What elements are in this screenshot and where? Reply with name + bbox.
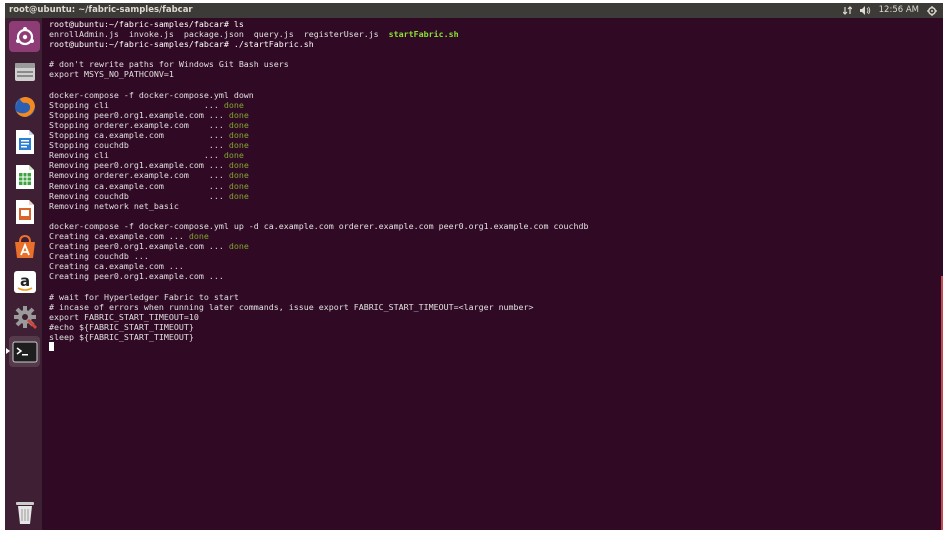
step-text: Stopping peer0.org1.example.com ... <box>49 109 229 120</box>
step-text: Creating ca.example.com ... <box>49 261 184 272</box>
compose-step-line: Removing cli ... done <box>49 150 943 160</box>
compose-step-line: Stopping couchdb ... done <box>49 140 943 150</box>
ls-output-line: enrollAdmin.js invoke.js package.json qu… <box>49 29 943 39</box>
svg-text:a: a <box>19 272 29 290</box>
libreoffice-calc-icon[interactable] <box>9 161 40 192</box>
step-status: done <box>228 190 249 201</box>
power-gear-icon[interactable] <box>927 5 937 16</box>
network-removed-line: Removing network net_basic <box>49 200 179 211</box>
compose-down-output: Stopping cli ... done Stopping peer0.org1… <box>49 100 943 201</box>
ls-executable-file: startFabric.sh <box>388 29 459 40</box>
compose-step-line: Removing couchdb ... done <box>49 191 943 201</box>
volume-icon[interactable] <box>859 6 871 15</box>
step-text: Stopping cli ... <box>49 99 224 110</box>
step-text: Creating ca.example.com ... <box>49 230 189 241</box>
export-line: export FABRIC_START_TIMEOUT=10 <box>49 311 199 322</box>
step-text: Creating peer0.org1.example.com ... <box>49 271 224 282</box>
clock-time[interactable]: 12:56 AM <box>879 3 919 18</box>
compose-step-line: Creating peer0.org1.example.com ... done <box>49 241 943 251</box>
step-text: Creating couchdb ... <box>49 251 149 262</box>
step-text: Removing peer0.org1.example.com ... <box>49 160 229 171</box>
step-status: done <box>188 230 209 241</box>
terminal-cursor <box>49 342 54 351</box>
step-status: done <box>228 170 249 181</box>
ls-prompt-line: root@ubuntu:~/fabric-samples/fabcar# ls <box>49 19 244 29</box>
dash-home-icon[interactable] <box>9 21 40 52</box>
running-indicator <box>6 348 10 354</box>
compose-down-command: docker-compose -f docker-compose.yml dow… <box>49 89 254 100</box>
echo-line: #echo ${FABRIC_START_TIMEOUT} <box>49 321 194 332</box>
compose-step-line: Removing orderer.example.com ... done <box>49 170 943 180</box>
compose-step-line: Stopping orderer.example.com ... done <box>49 120 943 130</box>
window-title: root@ubuntu: ~/fabric-samples/fabcar <box>9 5 193 15</box>
network-arrows-icon[interactable] <box>842 6 852 15</box>
export-line: export MSYS_NO_PATHCONV=1 <box>49 69 174 80</box>
comment-line: # wait for Hyperledger Fabric to start <box>49 291 239 302</box>
compose-step-line: Creating ca.example.com ... done <box>49 231 943 241</box>
run-prompt-line: root@ubuntu:~/fabric-samples/fabcar# ./s… <box>49 39 314 50</box>
step-status: done <box>228 109 249 120</box>
compose-step-line: Creating couchdb ... <box>49 251 943 261</box>
terminal-window[interactable]: root@ubuntu:~/fabric-samples/fabcar# ls … <box>43 18 943 530</box>
step-status: done <box>228 130 249 141</box>
sleep-line: sleep ${FABRIC_START_TIMEOUT} <box>49 331 194 342</box>
compose-step-line: Removing ca.example.com ... done <box>49 181 943 191</box>
compose-step-line: Creating ca.example.com ... <box>49 261 943 271</box>
compose-step-line: Stopping ca.example.com ... done <box>49 130 943 140</box>
step-text: Stopping orderer.example.com ... <box>49 119 229 130</box>
libreoffice-writer-icon[interactable] <box>9 126 40 157</box>
files-icon[interactable] <box>9 56 40 87</box>
terminal-icon[interactable] <box>6 336 40 367</box>
software-center-icon[interactable] <box>9 231 40 262</box>
top-panel: root@ubuntu: ~/fabric-samples/fabcar 12:… <box>5 3 943 18</box>
step-status: done <box>223 150 244 161</box>
unity-launcher: a <box>5 18 43 530</box>
step-text: Removing orderer.example.com ... <box>49 170 229 181</box>
step-text: Stopping couchdb ... <box>49 140 229 151</box>
ls-files: enrollAdmin.js invoke.js package.json qu… <box>49 29 389 40</box>
scrollbar-indicator[interactable] <box>941 276 943 530</box>
trash-icon[interactable] <box>9 496 40 527</box>
compose-step-line: Stopping cli ... done <box>49 100 943 110</box>
comment-line: # incase of errors when running later co… <box>49 301 534 312</box>
compose-step-line: Creating peer0.org1.example.com ... <box>49 271 943 281</box>
firefox-icon[interactable] <box>9 91 40 122</box>
amazon-icon[interactable]: a <box>9 266 40 297</box>
step-status: done <box>228 119 249 130</box>
desktop-screen: root@ubuntu: ~/fabric-samples/fabcar 12:… <box>5 3 943 530</box>
step-text: Stopping ca.example.com ... <box>49 130 229 141</box>
libreoffice-impress-icon[interactable] <box>9 196 40 227</box>
step-status: done <box>228 180 249 191</box>
compose-up-output: Creating ca.example.com ... done Creating… <box>49 231 943 281</box>
comment-line: # don't rewrite paths for Windows Git Ba… <box>49 59 289 70</box>
step-text: Removing ca.example.com ... <box>49 180 229 191</box>
step-status: done <box>223 99 244 110</box>
system-settings-icon[interactable] <box>9 301 40 332</box>
compose-step-line: Stopping peer0.org1.example.com ... done <box>49 110 943 120</box>
cursor-line <box>49 342 943 352</box>
step-text: Creating peer0.org1.example.com ... <box>49 241 229 252</box>
indicator-area: 12:56 AM <box>842 3 937 18</box>
step-status: done <box>228 140 249 151</box>
step-text: Removing couchdb ... <box>49 190 229 201</box>
step-status: done <box>228 241 249 252</box>
compose-up-command: docker-compose -f docker-compose.yml up … <box>49 220 589 231</box>
step-status: done <box>228 160 249 171</box>
step-text: Removing cli ... <box>49 150 224 161</box>
compose-step-line: Removing peer0.org1.example.com ... done <box>49 160 943 170</box>
